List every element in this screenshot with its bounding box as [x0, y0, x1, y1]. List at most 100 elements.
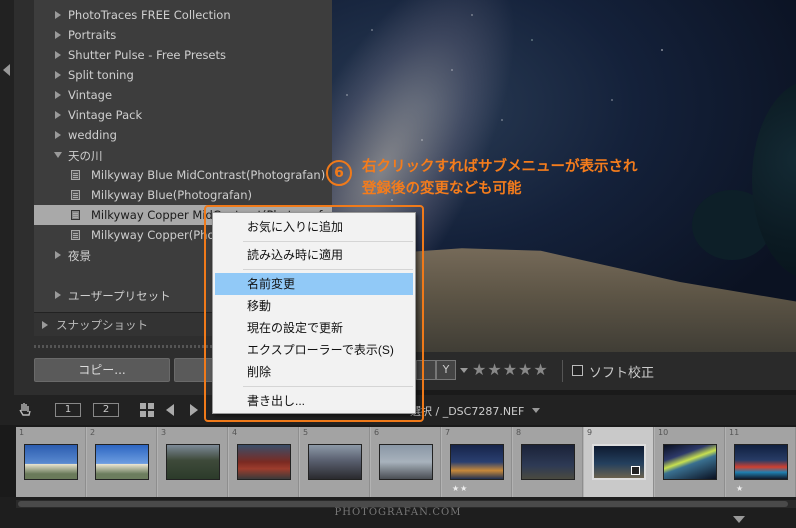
- filmstrip-thumbnail[interactable]: 7 ★★: [442, 427, 512, 497]
- thumbnail-image: [24, 444, 78, 480]
- thumbnail-index: 11: [729, 428, 740, 437]
- menu-item-move[interactable]: 移動: [215, 295, 413, 317]
- thumbnail-index: 10: [658, 428, 669, 437]
- menu-item-add-favorite[interactable]: お気に入りに追加: [215, 216, 413, 238]
- chevron-down-icon[interactable]: [460, 368, 468, 373]
- previous-arrow-icon[interactable]: [166, 404, 174, 416]
- preset-folder-shutter-pulse[interactable]: Shutter Pulse - Free Presets: [34, 45, 332, 65]
- folder-label: Shutter Pulse - Free Presets: [68, 48, 227, 62]
- thumbnail-image: [166, 444, 220, 480]
- filmstrip-thumbnail[interactable]: 3: [158, 427, 228, 497]
- thumbnail-image: [95, 444, 149, 480]
- folder-label: Split toning: [68, 68, 134, 82]
- menu-separator: [243, 241, 413, 242]
- toolbar-divider: [562, 360, 563, 382]
- step-number-badge: 6: [326, 160, 352, 186]
- thumbnail-index: 5: [303, 428, 309, 437]
- hand-icon[interactable]: [18, 402, 32, 418]
- preset-folder-wedding[interactable]: wedding: [34, 125, 332, 145]
- thumbnail-image: [237, 444, 291, 480]
- left-panel-toggle[interactable]: [0, 0, 14, 395]
- expand-triangle-icon[interactable]: [55, 31, 61, 39]
- collapse-bottom-icon[interactable]: [733, 516, 745, 523]
- thumbnail-index: 7: [445, 428, 451, 437]
- expand-triangle-icon[interactable]: [55, 71, 61, 79]
- folder-label: Portraits: [68, 28, 117, 42]
- folder-label: ユーザープリセット: [68, 289, 171, 303]
- soft-proof-checkbox[interactable]: [572, 365, 583, 376]
- menu-item-update-settings[interactable]: 現在の設定で更新: [215, 317, 413, 339]
- xy-view-button[interactable]: Y: [436, 360, 456, 380]
- expand-triangle-icon[interactable]: [55, 291, 61, 299]
- collapse-left-icon: [3, 64, 10, 76]
- thumbnail-image: [592, 444, 646, 480]
- menu-item-apply-on-import[interactable]: 読み込み時に適用: [215, 244, 413, 266]
- collapse-triangle-icon[interactable]: [54, 152, 62, 158]
- expand-triangle-icon[interactable]: [55, 11, 61, 19]
- thumbnail-index: 3: [161, 428, 167, 437]
- copy-button[interactable]: コピー...: [34, 358, 170, 382]
- filmstrip: 1 2 3 4 5 6 7 ★★ 8 9 10 11 ★: [16, 427, 796, 497]
- expand-triangle-icon[interactable]: [55, 51, 61, 59]
- annotation-line-1: 右クリックすればサブメニューが表示され: [362, 159, 638, 175]
- folder-label: wedding: [68, 128, 117, 142]
- expand-triangle-icon[interactable]: [55, 91, 61, 99]
- primary-window-button[interactable]: 1: [55, 403, 81, 417]
- folder-label: Vintage Pack: [68, 108, 143, 122]
- preset-folder-vintage[interactable]: Vintage: [34, 85, 332, 105]
- menu-item-rename[interactable]: 名前変更: [215, 273, 413, 295]
- preset-item[interactable]: Milkyway Blue(Photografan): [34, 185, 332, 205]
- secondary-window-button[interactable]: 2: [93, 403, 119, 417]
- thumbnail-rating: ★★: [452, 484, 469, 493]
- expand-triangle-icon[interactable]: [55, 111, 61, 119]
- thumbnail-image: [663, 444, 717, 480]
- folder-label: 夜景: [68, 249, 91, 263]
- filmstrip-thumbnail[interactable]: 11 ★: [726, 427, 796, 497]
- preset-item[interactable]: Milkyway Blue MidContrast(Photografan): [34, 165, 332, 185]
- star-rating[interactable]: ★★★★★: [472, 360, 549, 379]
- context-menu: お気に入りに追加 読み込み時に適用 名前変更 移動 現在の設定で更新 エクスプロ…: [212, 212, 416, 414]
- soft-proof-label: ソフト校正: [589, 366, 655, 381]
- preset-folder-milkyway[interactable]: 天の川: [34, 145, 332, 165]
- preset-folder-portraits[interactable]: Portraits: [34, 25, 332, 45]
- filmstrip-thumbnail[interactable]: 5: [300, 427, 370, 497]
- folder-label: PhotoTraces FREE Collection: [68, 8, 231, 22]
- menu-item-show-in-explorer[interactable]: エクスプローラーで表示(S): [215, 339, 413, 361]
- menu-item-export[interactable]: 書き出し...: [215, 390, 413, 412]
- thumbnail-index: 4: [232, 428, 238, 437]
- menu-item-delete[interactable]: 削除: [215, 361, 413, 383]
- filmstrip-thumbnail-active[interactable]: 9: [584, 427, 654, 497]
- next-arrow-icon[interactable]: [190, 404, 198, 416]
- menu-separator: [243, 386, 413, 387]
- watermark: PHOTOGRAFAN.COM: [334, 507, 462, 518]
- selected-file-path[interactable]: 選択 / _DSC7287.NEF: [410, 403, 524, 419]
- thumbnail-image: [450, 444, 504, 480]
- thumbnail-index: 9: [587, 428, 593, 437]
- filmstrip-thumbnail[interactable]: 1: [16, 427, 86, 497]
- chevron-down-icon[interactable]: [532, 408, 540, 413]
- preset-folder-split-toning[interactable]: Split toning: [34, 65, 332, 85]
- filmstrip-thumbnail[interactable]: 8: [513, 427, 583, 497]
- filmstrip-thumbnail[interactable]: 2: [87, 427, 157, 497]
- thumbnail-image: [308, 444, 362, 480]
- thumbnail-image: [734, 444, 788, 480]
- expand-triangle-icon[interactable]: [55, 251, 61, 259]
- preset-folder-vintage-pack[interactable]: Vintage Pack: [34, 105, 332, 125]
- preset-document-icon: [71, 190, 80, 200]
- thumbnail-index: 8: [516, 428, 522, 437]
- filmstrip-thumbnail[interactable]: 4: [229, 427, 299, 497]
- preset-document-icon: [71, 170, 80, 180]
- snapshot-label: スナップショット: [56, 318, 148, 332]
- expand-triangle-icon[interactable]: [55, 131, 61, 139]
- grid-view-icon[interactable]: [140, 403, 154, 417]
- folder-label: 天の川: [68, 149, 103, 163]
- edited-badge-icon: [631, 466, 640, 475]
- thumbnail-index: 1: [19, 428, 25, 437]
- preset-folder-phototraces[interactable]: PhotoTraces FREE Collection: [34, 5, 332, 25]
- preset-label: Milkyway Blue MidContrast(Photografan): [91, 168, 326, 182]
- thumbnail-rating: ★: [736, 484, 745, 493]
- filmstrip-thumbnail[interactable]: 10: [655, 427, 725, 497]
- annotation-line-2: 登録後の変更なども可能: [362, 181, 522, 197]
- filmstrip-thumbnail[interactable]: 6: [371, 427, 441, 497]
- thumbnail-image: [379, 444, 433, 480]
